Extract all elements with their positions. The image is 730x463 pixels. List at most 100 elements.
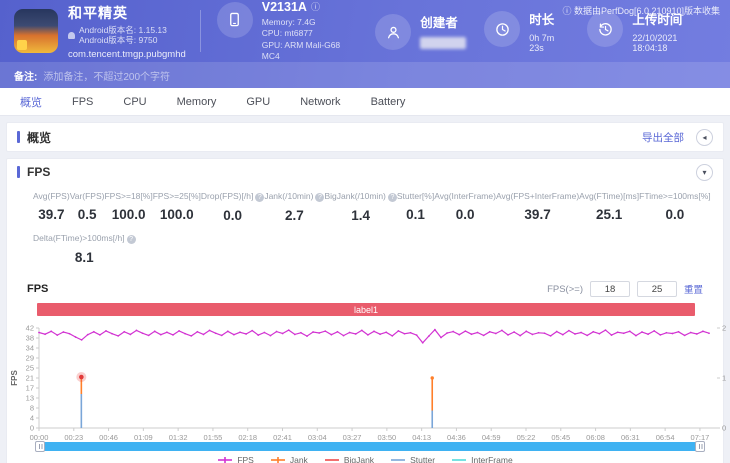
- stat-label: Avg(FPS): [33, 191, 70, 201]
- fps-series-point: [330, 334, 332, 336]
- fps-series-point: [178, 330, 180, 332]
- x-tick-label: 06:31: [621, 433, 640, 442]
- y-tick-right-label: 1: [722, 374, 726, 383]
- legend-item-Jank[interactable]: Jank: [270, 455, 308, 463]
- collapse-left-icon[interactable]: [696, 129, 713, 146]
- fps-series-point: [38, 332, 40, 334]
- stat-label: FTime>=100ms[%]: [639, 191, 711, 201]
- fps-series-point: [397, 330, 399, 332]
- tab-CPU[interactable]: CPU: [123, 96, 146, 108]
- datazoom-slider[interactable]: [37, 442, 703, 451]
- export-all-link[interactable]: 导出全部: [642, 130, 684, 145]
- fps-series-point: [184, 333, 186, 335]
- phone-icon: [217, 2, 253, 38]
- x-tick-label: 00:46: [99, 433, 118, 442]
- datazoom-right-handle[interactable]: [695, 441, 705, 452]
- person-icon: [375, 14, 411, 50]
- y-tick-label: 38: [26, 334, 34, 343]
- fps-series-point: [678, 331, 680, 333]
- fps-series-point: [215, 332, 217, 334]
- fps-series-point: [44, 333, 46, 335]
- help-icon[interactable]: [255, 193, 264, 202]
- device-block: V2131Aⓘ Memory: 7.4G CPU: mt6877 GPU: AR…: [217, 0, 357, 63]
- fps-series-point: [592, 331, 594, 333]
- fps-series-point: [495, 333, 497, 335]
- reset-link[interactable]: 重置: [684, 282, 703, 296]
- help-icon[interactable]: [388, 193, 397, 202]
- stat-value: 1.4: [324, 208, 396, 223]
- fps-series-point: [160, 334, 162, 336]
- fps-series-point: [477, 332, 479, 334]
- legend-label: Jank: [290, 455, 308, 463]
- fps-series-point: [166, 331, 168, 333]
- y-tick-label: 8: [30, 404, 34, 413]
- fps-series-point: [617, 331, 619, 333]
- datazoom-left-handle[interactable]: [35, 441, 45, 452]
- android-version-name: Android版本名: 1.15.13: [79, 25, 167, 36]
- stat-value: 0.5: [70, 207, 105, 222]
- label1-marker-bar[interactable]: label1: [37, 303, 695, 316]
- fps-series-point: [257, 334, 259, 336]
- fps-threshold-label: FPS(>=): [547, 284, 583, 295]
- tab-Memory[interactable]: Memory: [177, 96, 217, 108]
- fps-series-point: [306, 335, 308, 337]
- remarks-label: 备注:: [14, 68, 37, 83]
- device-info-icon[interactable]: ⓘ: [311, 0, 320, 13]
- legend-item-Stutter[interactable]: Stutter: [390, 455, 435, 463]
- tab-Network[interactable]: Network: [300, 96, 340, 108]
- y-tick-label: 4: [30, 414, 34, 423]
- left-axis-title: FPS: [10, 370, 19, 386]
- fps-series-point: [446, 332, 448, 334]
- fps-series-point: [690, 332, 692, 334]
- remarks-bar[interactable]: 备注: 添加备注，不超过200个字符: [0, 62, 730, 88]
- fps-series-point: [513, 331, 515, 333]
- stat-Stutter[%]: Stutter[%]0.1: [397, 191, 434, 223]
- fps-series-point: [665, 332, 667, 334]
- fps-series-point: [531, 334, 533, 336]
- stat-label: Stutter[%]: [397, 191, 434, 201]
- x-tick-label: 04:59: [482, 433, 501, 442]
- stat-value: 0.0: [434, 207, 496, 222]
- fps-stats-row2: Delta(FTime)>100ms[/h]8.1: [7, 223, 723, 267]
- fps-series-point: [50, 330, 52, 332]
- help-icon[interactable]: [127, 235, 136, 244]
- stat-value: 0.0: [201, 208, 264, 223]
- fps-series-point: [361, 329, 363, 331]
- fps-series-point: [568, 330, 570, 332]
- fps-line-chart[interactable]: 4238342925211713840210FPSJank00:0000:230…: [7, 318, 730, 442]
- stat-value: 0.0: [639, 207, 711, 222]
- x-tick-label: 01:55: [204, 433, 223, 442]
- fps-threshold-low-input[interactable]: [590, 281, 630, 297]
- legend-item-FPS[interactable]: FPS: [217, 455, 254, 463]
- creator-label: 创建者: [420, 12, 466, 31]
- tab-Battery[interactable]: Battery: [371, 96, 406, 108]
- help-icon[interactable]: [315, 193, 324, 202]
- tab-FPS[interactable]: FPS: [72, 96, 93, 108]
- fps-series-point: [629, 330, 631, 332]
- fps-series-point: [379, 333, 381, 335]
- stat-label: FPS>=18[%]: [104, 191, 152, 201]
- fps-threshold-high-input[interactable]: [637, 281, 677, 297]
- legend-item-BigJank[interactable]: BigJank: [324, 455, 374, 463]
- legend-marker-InterFrame: [451, 456, 467, 463]
- fps-series-point: [556, 331, 558, 333]
- x-tick-label: 03:50: [377, 433, 396, 442]
- fps-series-point: [416, 334, 418, 336]
- stat-BigJank(/10min): BigJank(/10min)1.4: [324, 191, 396, 223]
- fps-panel: FPS Avg(FPS)39.7Var(FPS)0.5FPS>=18[%]100…: [6, 158, 724, 463]
- tab-GPU[interactable]: GPU: [246, 96, 270, 108]
- stat-label: FPS>=25[%]: [153, 191, 201, 201]
- legend-item-InterFrame[interactable]: InterFrame: [451, 455, 513, 463]
- fps-series-point: [288, 329, 290, 331]
- y-tick-label: 42: [26, 324, 34, 333]
- x-tick-label: 05:45: [551, 433, 570, 442]
- fps-series-point: [203, 334, 205, 336]
- tab-概览[interactable]: 概览: [20, 94, 42, 110]
- fps-series-point: [647, 333, 649, 335]
- x-tick-label: 01:09: [134, 433, 153, 442]
- stat-label: Delta(FTime)>100ms[/h]: [33, 233, 136, 244]
- fps-series-point: [452, 331, 454, 333]
- collapse-down-icon[interactable]: [696, 164, 713, 181]
- fps-series-point: [300, 332, 302, 334]
- clock-icon: [484, 11, 520, 47]
